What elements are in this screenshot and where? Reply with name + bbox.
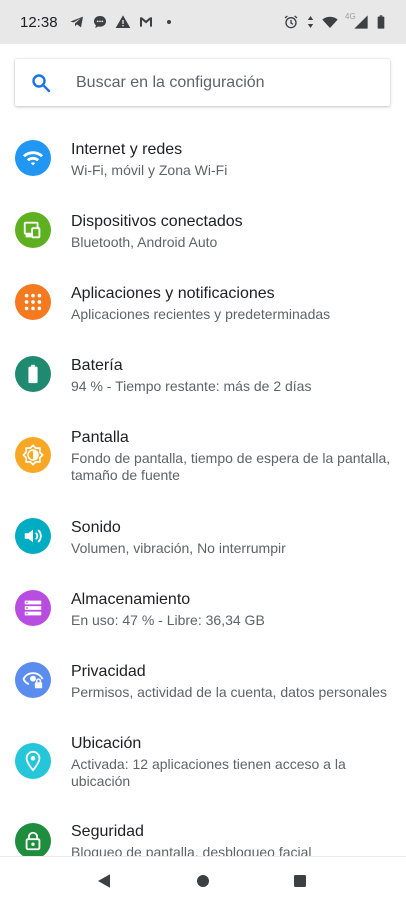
status-bar-left: 12:38	[20, 14, 177, 31]
settings-item-internet[interactable]: Internet y redes Wi-Fi, móvil y Zona Wi-…	[0, 126, 406, 198]
cell-signal-icon: 4G	[345, 12, 369, 30]
settings-item-privacy[interactable]: Privacidad Permisos, actividad de la cue…	[0, 646, 406, 718]
settings-item-battery[interactable]: Batería 94 % - Tiempo restante: más de 2…	[0, 342, 406, 414]
item-title: Sonido	[71, 519, 121, 536]
item-subtitle: Bluetooth, Android Auto	[71, 234, 218, 250]
clock: 12:38	[20, 13, 58, 31]
privacy-eye-icon	[15, 662, 51, 698]
gmail-icon	[138, 14, 154, 30]
item-subtitle: Aplicaciones recientes y predeterminadas	[71, 306, 331, 322]
settings-item-display[interactable]: Pantalla Fondo de pantalla, tiempo de es…	[0, 414, 406, 502]
item-subtitle: En uso: 47 % - Libre: 36,34 GB	[71, 612, 265, 628]
navigation-bar	[0, 856, 406, 903]
item-title: Pantalla	[71, 429, 129, 446]
data-arrows-icon	[306, 14, 315, 30]
dot-icon	[161, 14, 177, 30]
settings-item-sound[interactable]: Sonido Volumen, vibración, No interrumpi…	[0, 502, 406, 574]
item-subtitle: Wi-Fi, móvil y Zona Wi-Fi	[71, 162, 228, 178]
item-subtitle: Volumen, vibración, No interrumpir	[71, 540, 286, 556]
telegram-icon	[69, 14, 85, 30]
recents-icon[interactable]	[291, 872, 309, 890]
item-title: Ubicación	[71, 735, 142, 752]
search-input[interactable]: Buscar en la configuración	[76, 74, 265, 92]
item-subtitle: Activada: 12 aplicaciones tienen acceso …	[71, 756, 346, 789]
settings-item-connected-devices[interactable]: Dispositivos conectados Bluetooth, Andro…	[0, 198, 406, 270]
settings-item-apps[interactable]: Aplicaciones y notificaciones Aplicacion…	[0, 270, 406, 342]
item-title: Dispositivos conectados	[71, 213, 243, 230]
item-subtitle: Bloqueo de pantalla, desbloqueo facial	[71, 844, 312, 856]
lock-icon	[15, 823, 51, 856]
status-bar-right: 4G	[283, 12, 386, 30]
alarm-icon	[283, 14, 299, 30]
location-pin-icon	[15, 743, 51, 779]
item-subtitle: Fondo de pantalla, tiempo de espera de l…	[71, 450, 391, 483]
search-bar[interactable]: Buscar en la configuración	[15, 59, 390, 106]
warning-icon	[115, 14, 131, 30]
search-icon	[29, 71, 53, 95]
chat-bubble-icon	[92, 14, 108, 30]
brightness-icon	[15, 437, 51, 473]
settings-item-storage[interactable]: Almacenamiento En uso: 47 % - Libre: 36,…	[0, 574, 406, 646]
item-subtitle: 94 % - Tiempo restante: más de 2 días	[71, 378, 312, 394]
battery-icon	[15, 356, 51, 392]
status-bar: 12:38 4G	[0, 0, 406, 44]
item-title: Seguridad	[71, 823, 144, 840]
volume-icon	[15, 518, 51, 554]
storage-icon	[15, 590, 51, 626]
settings-item-location[interactable]: Ubicación Activada: 12 aplicaciones tien…	[0, 718, 406, 806]
settings-list: Internet y redes Wi-Fi, móvil y Zona Wi-…	[0, 126, 406, 856]
wifi-icon	[15, 140, 51, 176]
back-icon[interactable]	[95, 872, 113, 890]
home-icon[interactable]	[194, 872, 212, 890]
settings-item-security[interactable]: Seguridad Bloqueo de pantalla, desbloque…	[0, 806, 406, 856]
wifi-icon	[322, 14, 338, 30]
item-title: Aplicaciones y notificaciones	[71, 285, 275, 302]
item-title: Almacenamiento	[71, 591, 191, 608]
item-title: Privacidad	[71, 663, 146, 680]
apps-grid-icon	[15, 284, 51, 320]
battery-icon	[376, 14, 386, 30]
devices-icon	[15, 212, 51, 248]
item-title: Internet y redes	[71, 141, 183, 158]
item-title: Batería	[71, 357, 123, 374]
item-subtitle: Permisos, actividad de la cuenta, datos …	[71, 684, 387, 700]
